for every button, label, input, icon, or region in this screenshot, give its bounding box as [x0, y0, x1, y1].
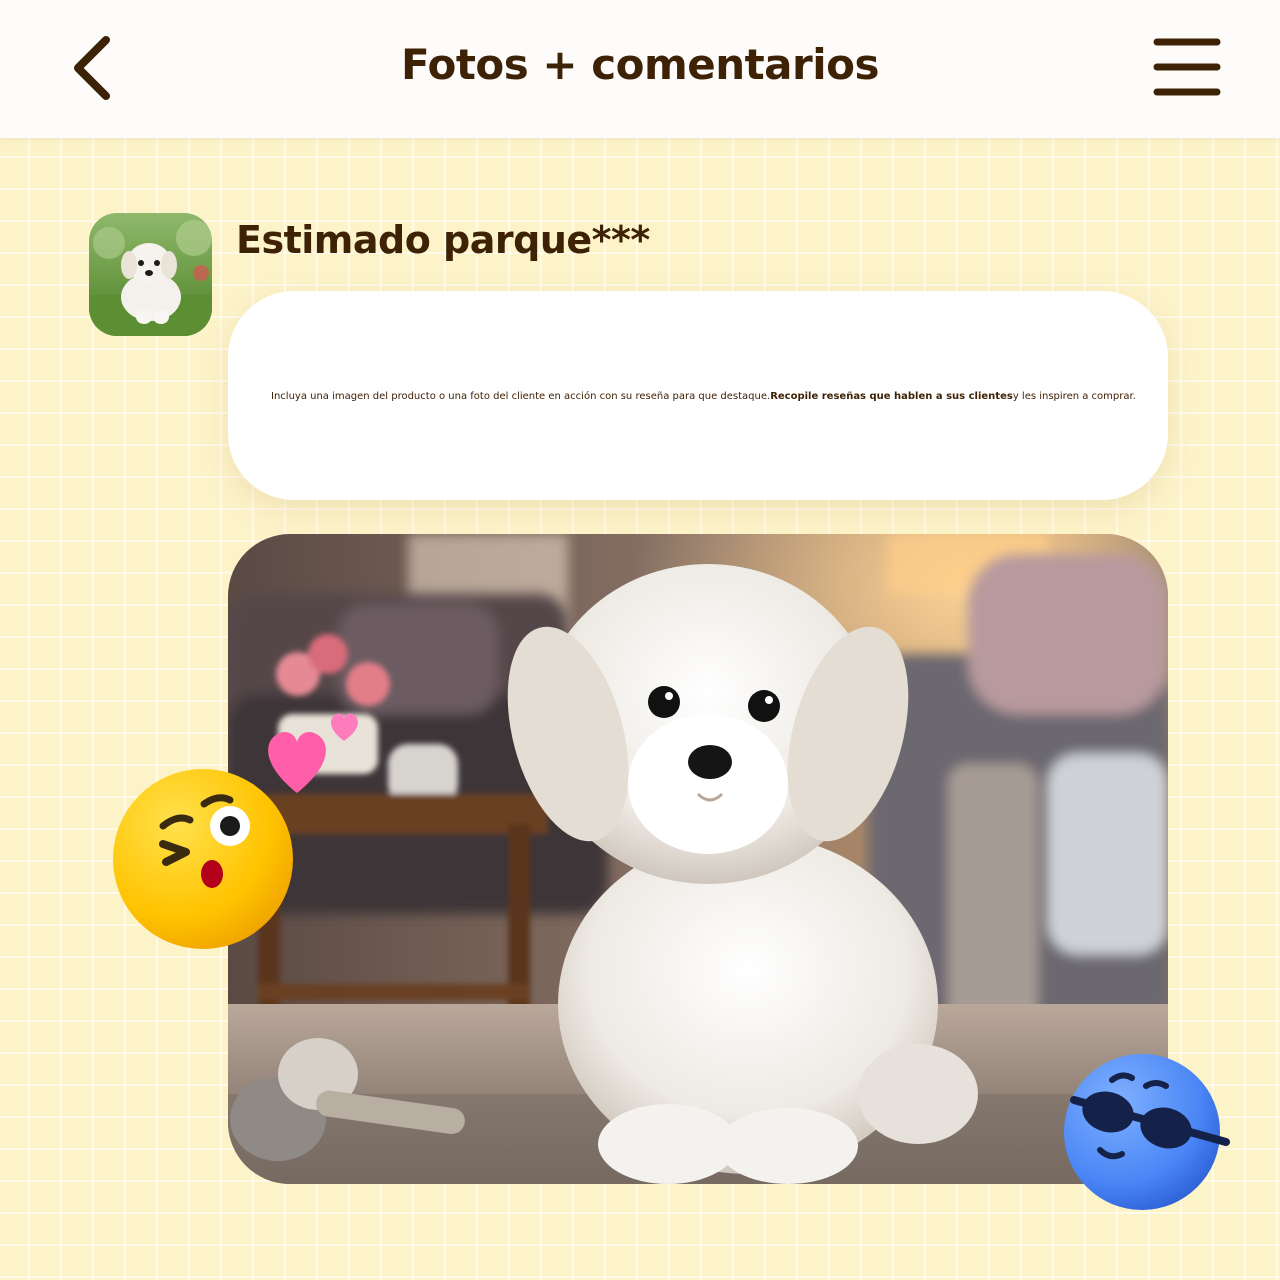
reviewer-name: Estimado parque*** — [236, 218, 650, 262]
sunglasses-emoji-icon — [1064, 1054, 1230, 1210]
review-text-bold: Recopile reseñas que hablen a sus client… — [770, 391, 1013, 402]
review-text-part2: y les inspiren a comprar. — [1012, 391, 1136, 402]
page-title: Fotos + comentarios — [401, 40, 880, 89]
puppy-photo — [228, 534, 1168, 1184]
menu-button[interactable] — [1150, 34, 1226, 102]
app-header: Fotos + comentarios — [0, 0, 1280, 138]
reviewer-avatar[interactable] — [89, 213, 212, 336]
hamburger-menu-icon — [1153, 38, 1221, 96]
winking-kiss-emoji-icon — [113, 769, 293, 949]
review-bubble: Incluya una imagen del producto o una fo… — [228, 291, 1168, 500]
review-photo[interactable] — [228, 534, 1168, 1184]
puppy-avatar-icon — [89, 213, 212, 336]
review-text-part1: Incluya una imagen del producto o una fo… — [271, 391, 771, 402]
review-text: Incluya una imagen del producto o una fo… — [271, 391, 1151, 402]
